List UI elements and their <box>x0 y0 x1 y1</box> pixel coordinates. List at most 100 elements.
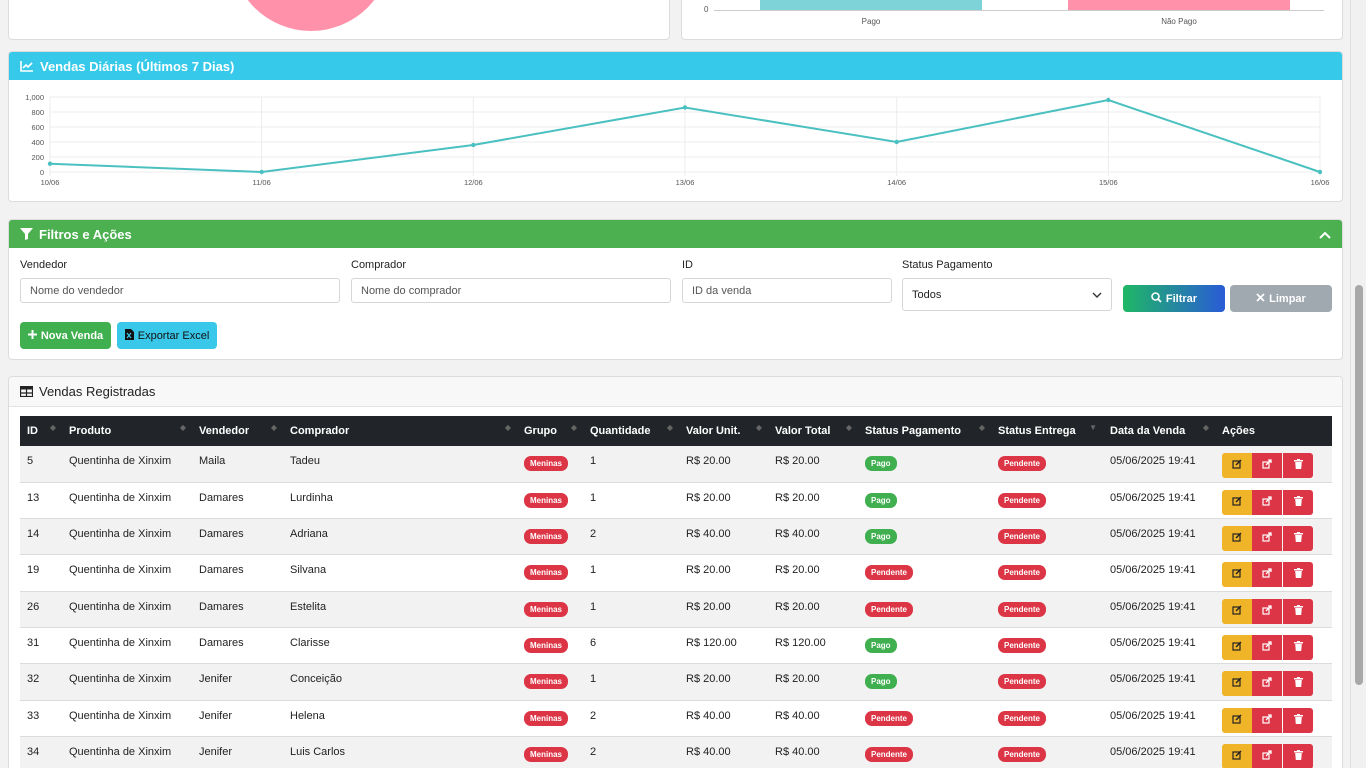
external-link-icon <box>1262 532 1272 545</box>
share-button[interactable] <box>1252 453 1282 478</box>
filters-header[interactable]: Filtros e Ações <box>9 220 1342 248</box>
share-button[interactable] <box>1252 598 1282 624</box>
delete-button[interactable] <box>1283 671 1313 697</box>
trash-icon <box>1293 459 1303 472</box>
trash-icon <box>1293 568 1303 581</box>
cell-grupo: Meninas <box>517 591 583 627</box>
y-tick-label: 0 <box>704 5 709 14</box>
column-header[interactable]: Status Pagamento ◆ <box>858 416 991 446</box>
pie-slice <box>231 0 391 31</box>
grupo-badge: Meninas <box>524 529 569 545</box>
cell-status-pagamento: Pendente <box>858 736 991 768</box>
export-excel-button[interactable]: Exportar Excel <box>117 322 217 349</box>
edit-button[interactable] <box>1222 526 1252 552</box>
id-input[interactable]: ID da venda <box>682 278 892 303</box>
column-header[interactable]: Valor Unit. ◆ <box>679 416 768 446</box>
seller-input[interactable]: Nome do vendedor <box>20 278 340 303</box>
cell-quantidade: 1 <box>590 600 597 613</box>
column-header[interactable]: Vendedor ◆ <box>192 416 283 446</box>
cell-produto: Quentinha de Xinxim <box>69 709 172 722</box>
cell-status-entrega: Pendente <box>991 519 1103 555</box>
cell-valor-unit: R$ 20.00 <box>686 455 731 467</box>
data-point[interactable] <box>894 139 899 145</box>
share-button[interactable] <box>1252 671 1282 697</box>
cell-data: 05/06/2025 19:41 <box>1110 455 1196 467</box>
share-button[interactable] <box>1252 526 1282 552</box>
edit-button[interactable] <box>1222 743 1252 768</box>
cell-actions <box>1215 446 1332 482</box>
edit-button[interactable] <box>1222 562 1252 588</box>
share-button[interactable] <box>1252 489 1282 515</box>
cell-vendedor: Damares <box>199 528 244 541</box>
filters-card: Filtros e Ações Vendedor Nome do vendedo… <box>8 219 1343 360</box>
status-select[interactable]: Todos <box>902 278 1112 311</box>
buyer-input[interactable]: Nome do comprador <box>351 278 671 303</box>
filter-icon <box>20 228 33 240</box>
seller-label: Vendedor <box>20 259 68 271</box>
cell-quantidade: 1 <box>590 673 597 686</box>
filter-button[interactable]: Filtrar <box>1123 285 1225 312</box>
column-header[interactable]: Produto ◆ <box>62 416 192 446</box>
edit-button[interactable] <box>1222 489 1252 515</box>
share-button[interactable] <box>1252 743 1282 768</box>
column-header[interactable]: Comprador ◆ <box>283 416 517 446</box>
column-header: Ações <box>1222 425 1256 437</box>
data-point[interactable] <box>259 169 264 175</box>
external-link-icon <box>1262 605 1272 618</box>
status-entrega-badge: Pendente <box>998 710 1047 726</box>
cell-produto: Quentinha de Xinxim <box>69 673 172 686</box>
status-entrega-badge: Pendente <box>998 746 1047 762</box>
edit-button[interactable] <box>1222 634 1252 660</box>
delete-button[interactable] <box>1283 562 1313 588</box>
delete-button[interactable] <box>1283 634 1313 660</box>
trash-icon <box>1293 604 1303 618</box>
scrollbar-thumb[interactable] <box>1355 285 1363 685</box>
payment-pie-chart-card <box>8 0 670 40</box>
delete-button[interactable] <box>1283 707 1313 733</box>
edit-button[interactable] <box>1222 598 1252 624</box>
column-header[interactable]: Data da Venda ◆ <box>1103 416 1215 446</box>
delete-button[interactable] <box>1283 453 1313 478</box>
cell-id: 26 <box>27 600 40 613</box>
delete-button[interactable] <box>1283 743 1313 768</box>
cell-status-pagamento: Pendente <box>858 591 991 627</box>
share-button[interactable] <box>1252 707 1282 733</box>
column-header[interactable]: ID ◆ <box>20 416 62 446</box>
cell-status-entrega: Pendente <box>991 482 1103 518</box>
grupo-badge: Meninas <box>524 637 569 653</box>
edit-button[interactable] <box>1222 453 1252 478</box>
page-scrollbar[interactable] <box>1350 0 1366 768</box>
edit-button[interactable] <box>1222 707 1252 733</box>
id-label: ID <box>682 259 693 271</box>
column-header[interactable]: Grupo ◆ <box>517 416 583 446</box>
share-button[interactable] <box>1252 562 1282 588</box>
chevron-up-icon[interactable] <box>1319 227 1331 242</box>
share-button[interactable] <box>1252 634 1282 660</box>
data-point[interactable] <box>1106 97 1111 103</box>
data-point[interactable] <box>682 105 688 110</box>
data-point[interactable] <box>47 161 53 166</box>
table-row: 19 Quentinha de Xinxim Damares Silvana Menin… <box>20 554 1332 592</box>
grupo-badge: Meninas <box>524 674 569 690</box>
filters-title: Filtros e Ações <box>39 226 132 242</box>
column-header[interactable]: Quantidade ◆ <box>583 416 679 446</box>
data-point[interactable] <box>1317 169 1323 175</box>
cell-data: 05/06/2025 19:41 <box>1110 636 1196 649</box>
delete-button[interactable] <box>1283 489 1313 515</box>
cell-produto: Quentinha de Xinxim <box>69 600 172 613</box>
data-point[interactable] <box>471 142 476 148</box>
daily-sales-title: Vendas Diárias (Últimos 7 Dias) <box>40 58 235 74</box>
delete-button[interactable] <box>1283 526 1313 552</box>
cell-grupo: Meninas <box>517 519 583 555</box>
delete-button[interactable] <box>1283 598 1313 624</box>
x-tick-label: Pago <box>861 17 881 26</box>
new-sale-button[interactable]: Nova Venda <box>20 322 111 349</box>
edit-button[interactable] <box>1222 671 1252 697</box>
x-tick-label: 11/06 <box>253 178 271 187</box>
cell-quantidade: 2 <box>590 745 597 758</box>
column-header[interactable]: Valor Total ◆ <box>768 416 858 446</box>
column-header[interactable]: Status Entrega ▼ <box>991 416 1103 446</box>
cell-status-pagamento: Pago <box>858 627 991 663</box>
cell-vendedor: Jenifer <box>199 709 233 722</box>
clear-button[interactable]: Limpar <box>1230 285 1332 312</box>
